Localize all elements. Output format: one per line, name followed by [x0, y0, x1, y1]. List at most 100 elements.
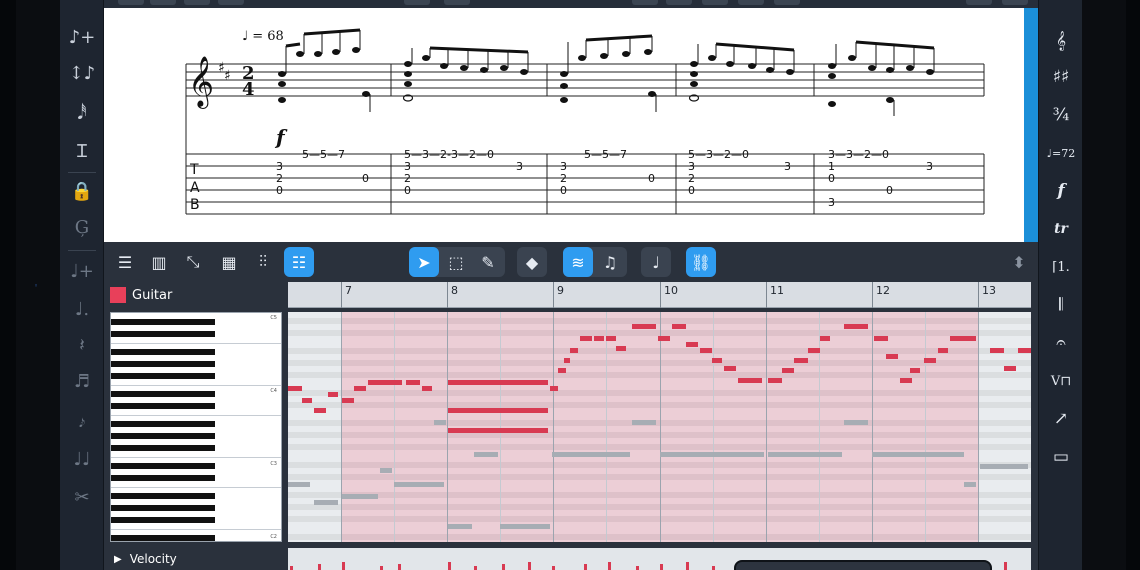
velocity-bar[interactable]: [636, 566, 639, 570]
velocity-bar[interactable]: [528, 562, 531, 570]
clef-icon[interactable]: 𝄞: [1039, 26, 1083, 56]
note-input-icon[interactable]: ♪+: [60, 22, 104, 52]
black-key[interactable]: [111, 505, 215, 511]
top-button[interactable]: [1002, 0, 1028, 5]
bar-lines-icon[interactable]: 𝄃: [1039, 290, 1083, 320]
note-value-button[interactable]: ♩: [641, 247, 671, 277]
velocity-lane-toggle[interactable]: ▶ Velocity: [114, 552, 177, 566]
midi-note[interactable]: [980, 464, 1028, 469]
midi-note[interactable]: [550, 386, 558, 391]
midi-note[interactable]: [552, 452, 630, 457]
velocity-bar[interactable]: [552, 566, 555, 570]
trill-icon[interactable]: tr: [1039, 214, 1083, 244]
velocity-bar[interactable]: [448, 562, 451, 570]
midi-note[interactable]: [448, 524, 472, 529]
comment-icon[interactable]: ▭: [1039, 442, 1083, 472]
scissors-icon[interactable]: ✂: [60, 482, 104, 512]
midi-note[interactable]: [900, 378, 912, 383]
midi-note[interactable]: [342, 398, 354, 403]
bar-ruler[interactable]: 7 8 9 10 11 12 13: [288, 282, 1031, 308]
midi-note[interactable]: [594, 336, 604, 341]
midi-note[interactable]: [448, 428, 548, 433]
midi-note[interactable]: [700, 348, 712, 353]
tied-notes-icon[interactable]: ♩♩: [60, 444, 104, 474]
lock-icon[interactable]: 🔒: [60, 176, 104, 206]
select-tool-button[interactable]: ➤: [409, 247, 439, 277]
midi-note[interactable]: [660, 452, 764, 457]
top-button[interactable]: [702, 0, 728, 5]
black-key[interactable]: [111, 433, 215, 439]
insert-note-icon[interactable]: ♩+: [60, 256, 104, 286]
black-key[interactable]: [111, 517, 215, 523]
piano-view-button[interactable]: ▥: [144, 247, 174, 277]
top-button[interactable]: [218, 0, 244, 5]
black-key[interactable]: [111, 421, 215, 427]
black-key[interactable]: [111, 493, 215, 499]
velocity-bar[interactable]: [290, 566, 293, 570]
midi-note[interactable]: [844, 420, 868, 425]
top-button[interactable]: [444, 0, 470, 5]
list-view-button[interactable]: ☰: [110, 247, 140, 277]
midi-note[interactable]: [434, 420, 446, 425]
top-button[interactable]: [666, 0, 692, 5]
top-button[interactable]: [632, 0, 658, 5]
midi-note[interactable]: [342, 494, 378, 499]
velocity-bar[interactable]: [318, 564, 321, 570]
top-button[interactable]: [150, 0, 176, 5]
panel-resize-button[interactable]: ⬍: [1004, 247, 1034, 277]
tuplet-icon[interactable]: Ɪ: [60, 136, 104, 166]
guitar-view-button[interactable]: ⤡: [178, 247, 208, 277]
rest-icon[interactable]: 𝄽: [60, 330, 104, 360]
midi-note[interactable]: [686, 342, 698, 347]
time-signature-icon[interactable]: ¾: [1039, 100, 1083, 130]
score-page[interactable]: ♩ = 68 𝄞 ♯ ♯ 2 4 f T A B 5—5—7 3 2 0 0 5…: [104, 8, 1024, 242]
velocity-bar[interactable]: [1004, 562, 1007, 570]
top-button[interactable]: [184, 0, 210, 5]
midi-note[interactable]: [872, 452, 964, 457]
black-key[interactable]: [111, 403, 215, 409]
tempo-icon[interactable]: ♩=72: [1039, 138, 1083, 168]
midi-note[interactable]: [288, 482, 310, 487]
midi-note[interactable]: [570, 348, 578, 353]
midi-note[interactable]: [354, 386, 366, 391]
midi-note[interactable]: [632, 420, 656, 425]
black-key[interactable]: [111, 445, 215, 451]
midi-note[interactable]: [886, 354, 898, 359]
black-key[interactable]: [111, 463, 215, 469]
velocity-bar[interactable]: [342, 562, 345, 570]
black-key[interactable]: [111, 535, 215, 541]
mixer-button[interactable]: ⫶⫶: [248, 247, 278, 277]
velocity-bar[interactable]: [502, 564, 505, 570]
midi-note[interactable]: [580, 336, 592, 341]
midi-note[interactable]: [924, 358, 936, 363]
midi-note[interactable]: [1018, 348, 1031, 353]
audio-mode-button[interactable]: ≋: [563, 247, 593, 277]
top-button[interactable]: [118, 0, 144, 5]
piano-roll-grid[interactable]: [288, 312, 1031, 542]
midi-note[interactable]: [768, 452, 842, 457]
grid-view-button[interactable]: ▦: [214, 247, 244, 277]
midi-note[interactable]: [950, 336, 976, 341]
midi-note[interactable]: [990, 348, 1004, 353]
bowing-icon[interactable]: V⊓: [1039, 366, 1083, 396]
midi-note[interactable]: [712, 358, 722, 363]
key-signature-icon[interactable]: ♯♯: [1039, 62, 1083, 92]
midi-note[interactable]: [794, 358, 808, 363]
midi-note[interactable]: [616, 346, 626, 351]
repeat-ending-icon[interactable]: ⌈1.: [1039, 252, 1083, 282]
midi-note[interactable]: [782, 368, 794, 373]
midi-note[interactable]: [964, 482, 976, 487]
midi-note[interactable]: [558, 368, 566, 373]
midi-note[interactable]: [874, 336, 888, 341]
midi-note[interactable]: [724, 366, 736, 371]
line-arrow-icon[interactable]: ↗: [1039, 404, 1083, 434]
midi-note[interactable]: [328, 392, 338, 397]
velocity-bar[interactable]: [660, 564, 663, 570]
erase-tool-button[interactable]: ◆: [517, 247, 547, 277]
velocity-bar[interactable]: [380, 566, 383, 570]
midi-note[interactable]: [394, 482, 444, 487]
black-key[interactable]: [111, 373, 215, 379]
midi-note[interactable]: [1004, 366, 1016, 371]
black-key[interactable]: [111, 391, 215, 397]
midi-note[interactable]: [606, 336, 616, 341]
